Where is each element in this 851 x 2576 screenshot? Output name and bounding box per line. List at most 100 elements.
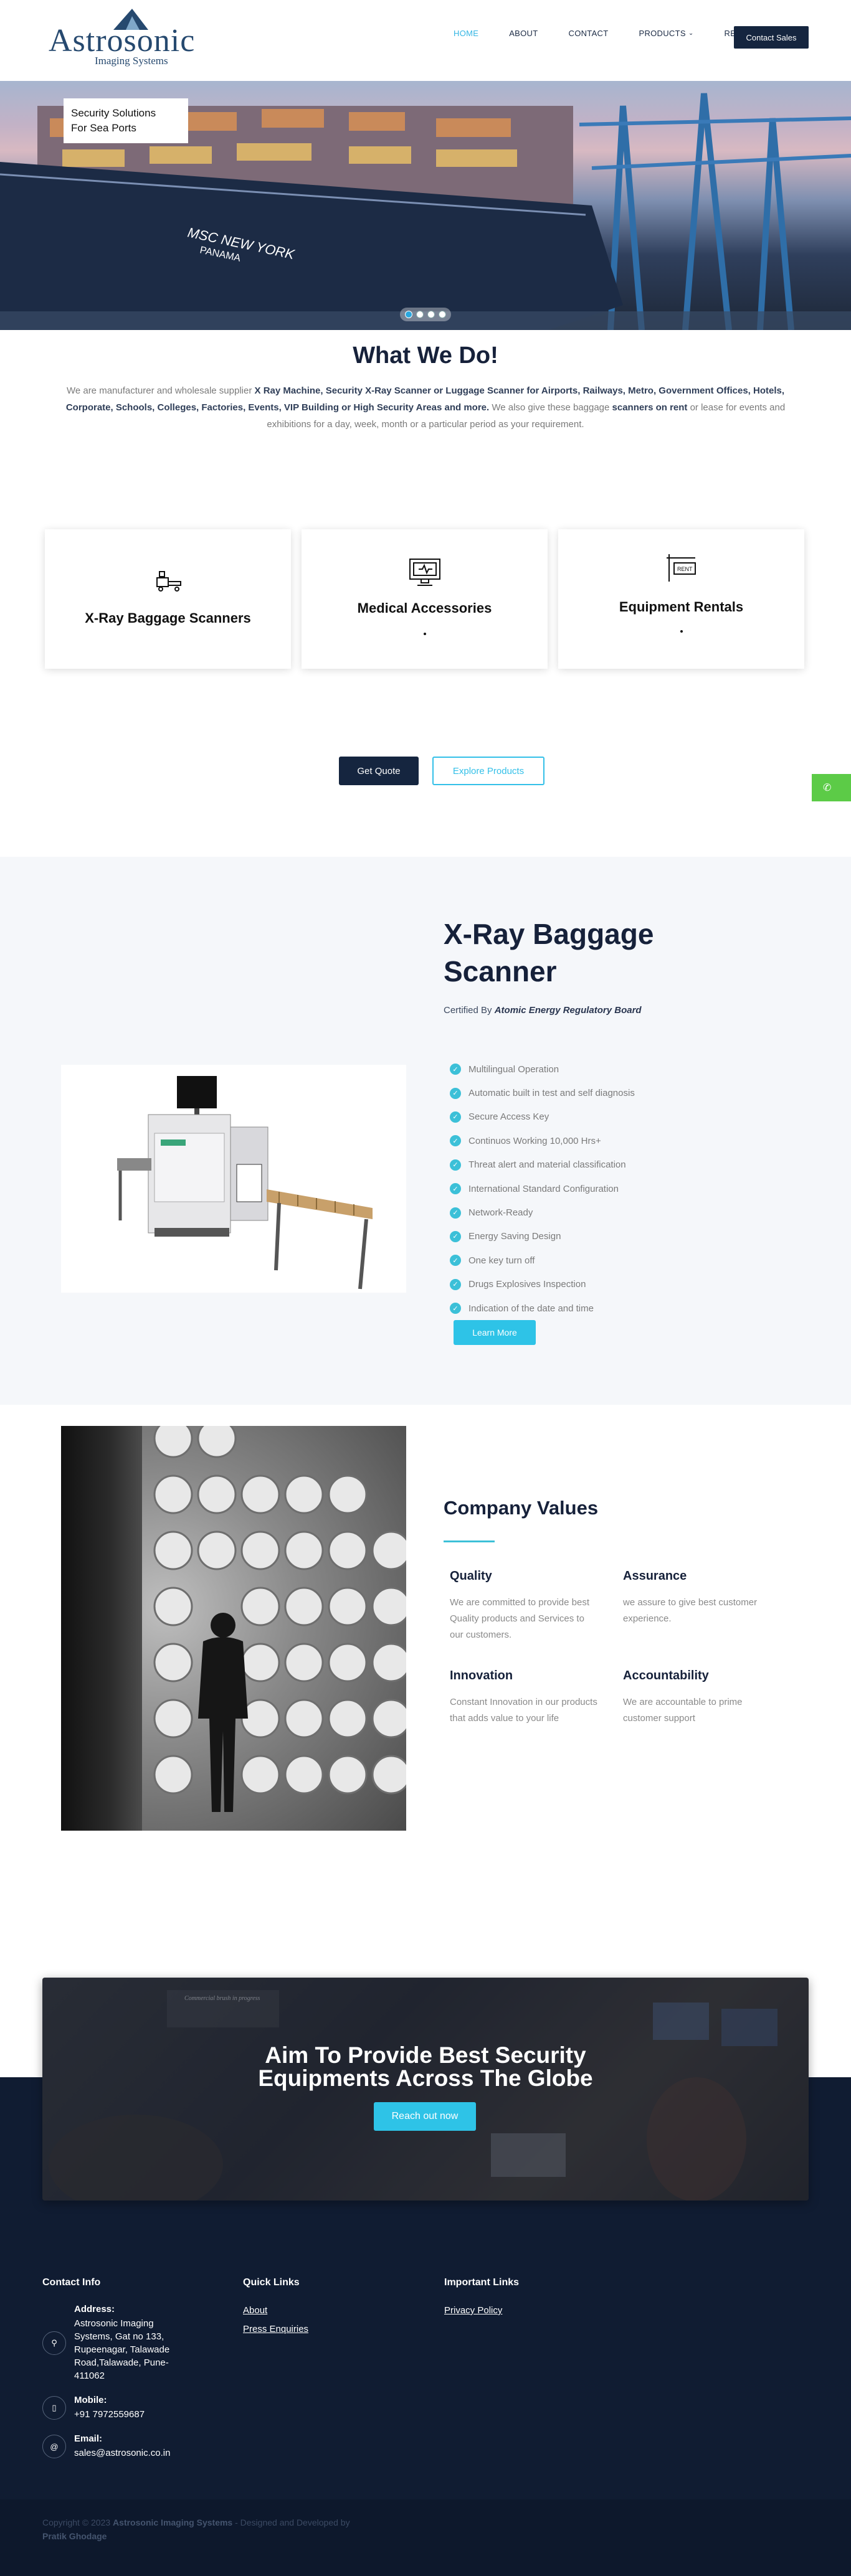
feature-list: ✓ Multilingual Operation ✓ Automatic built… <box>450 1057 635 1320</box>
slider-dot-1[interactable] <box>405 311 412 318</box>
feature-text: International Standard Configuration <box>468 1183 619 1194</box>
card-medical-dot <box>423 633 426 635</box>
feature-item: ✓ Energy Saving Design <box>450 1225 635 1248</box>
footer-important-heading: Important Links <box>444 2277 520 2288</box>
footer-link-privacy[interactable]: Privacy Policy <box>444 2305 502 2316</box>
nav-about[interactable]: ABOUT <box>509 29 538 38</box>
hero-caption-line1: Security Solutions <box>71 107 156 119</box>
check-icon: ✓ <box>450 1303 461 1314</box>
scanner-icon <box>156 571 181 592</box>
footer-link-about[interactable]: About <box>243 2305 267 2316</box>
value-text: Constant Innovation in our products that… <box>450 1697 597 1724</box>
feature-item: ✓ Indication of the date and time <box>450 1296 635 1320</box>
logo-tagline: Imaging Systems <box>95 55 168 67</box>
value-innovation: Innovation Constant Innovation in our pr… <box>450 1669 599 1727</box>
footer-email[interactable]: sales@astrosonic.co.in <box>74 2446 193 2460</box>
feature-text: Multilingual Operation <box>468 1064 559 1075</box>
copyright-mid: - Designed and Developed by <box>232 2517 350 2527</box>
footer-link-press[interactable]: Press Enquiries <box>243 2324 308 2334</box>
hero-caption: Security Solutions For Sea Ports <box>64 98 188 143</box>
value-title: Assurance <box>623 1569 687 1583</box>
contact-sales-button[interactable]: Contact Sales <box>734 26 809 49</box>
card-rentals-label: Equipment Rentals <box>619 599 744 615</box>
feature-item: ✓ Automatic built in test and self diagno… <box>450 1081 635 1105</box>
feature-text: Threat alert and material classification <box>468 1159 626 1171</box>
chevron-down-icon: ⌄ <box>688 30 694 37</box>
card-rentals-dot <box>680 630 683 633</box>
footer-quick-heading: Quick Links <box>243 2277 300 2288</box>
card-equipment-rentals[interactable]: RENT Equipment Rentals <box>558 529 804 669</box>
feature-text: One key turn off <box>468 1255 535 1266</box>
copyright-developer[interactable]: Pratik Ghodage <box>42 2531 107 2541</box>
nav-home[interactable]: HOME <box>454 29 478 38</box>
email-icon: @ <box>42 2435 66 2458</box>
feature-item: ✓ International Standard Configuration <box>450 1177 635 1201</box>
check-icon: ✓ <box>450 1087 461 1099</box>
check-icon: ✓ <box>450 1064 461 1075</box>
values-title: Company Values <box>444 1497 599 1519</box>
footer-email-label: Email: <box>74 2433 103 2444</box>
nav-contact[interactable]: CONTACT <box>569 29 609 38</box>
wwd-text-4: scanners on rent <box>612 402 688 413</box>
check-icon: ✓ <box>450 1159 461 1171</box>
feature-item: ✓ Multilingual Operation <box>450 1057 635 1081</box>
values-wall-pattern <box>153 1426 406 1812</box>
values-underline <box>444 1540 495 1542</box>
feature-text: Automatic built in test and self diagnos… <box>468 1088 635 1099</box>
value-accountability: Accountability We are accountable to pri… <box>623 1669 773 1727</box>
learn-more-button[interactable]: Learn More <box>454 1320 536 1345</box>
nav-products-label: PRODUCTS <box>639 29 686 38</box>
feature-text: Secure Access Key <box>468 1111 549 1123</box>
feature-text: Indication of the date and time <box>468 1303 594 1314</box>
feature-text: Energy Saving Design <box>468 1231 561 1242</box>
rent-sign-icon: RENT <box>666 554 696 582</box>
wwd-text-1: We are manufacturer and wholesale suppli… <box>66 385 255 396</box>
feature-text: Network-Ready <box>468 1207 533 1219</box>
svg-text:RENT: RENT <box>677 566 693 572</box>
explore-products-button[interactable]: Explore Products <box>432 757 544 785</box>
reach-out-button[interactable]: Reach out now <box>374 2102 476 2131</box>
copyright-company: Astrosonic Imaging Systems <box>113 2517 233 2527</box>
slider-dot-3[interactable] <box>427 311 435 318</box>
slider-dot-2[interactable] <box>416 311 424 318</box>
card-xray-label: X-Ray Baggage Scanners <box>85 610 251 626</box>
card-medical-accessories[interactable]: Medical Accessories <box>302 529 548 669</box>
value-title: Quality <box>450 1569 492 1583</box>
slider-dot-4[interactable] <box>439 311 446 318</box>
whatsapp-button[interactable]: ✆ <box>812 774 851 801</box>
check-icon: ✓ <box>450 1183 461 1195</box>
footer-mobile[interactable]: +91 7972559687 <box>74 2408 193 2421</box>
site-header: Astrosonic Imaging Systems HOME ABOUT CO… <box>0 0 851 81</box>
check-icon: ✓ <box>450 1111 461 1123</box>
certified-prefix: Certified By <box>444 1005 495 1016</box>
card-xray-scanners[interactable]: X-Ray Baggage Scanners <box>45 529 291 669</box>
card-medical-label: Medical Accessories <box>357 600 492 616</box>
nav-products[interactable]: PRODUCTS ⌄ <box>639 29 693 38</box>
get-quote-button[interactable]: Get Quote <box>339 757 419 785</box>
certified-by: Certified By Atomic Energy Regulatory Bo… <box>444 1005 642 1016</box>
feature-item: ✓ Threat alert and material classificatio… <box>450 1153 635 1177</box>
wwd-text-3: We also give these baggage <box>489 402 612 413</box>
feature-text: Drugs Explosives Inspection <box>468 1279 586 1290</box>
cta-title-line1: Aim To Provide Best Security <box>265 2042 586 2068</box>
hero-slider: MSC NEW YORK PANAMA Security Solutions F… <box>0 81 851 330</box>
xray-machine-illustration <box>117 1076 373 1290</box>
logo[interactable]: Astrosonic Imaging Systems <box>49 6 217 67</box>
check-icon: ✓ <box>450 1230 461 1242</box>
feature-text: Continuos Working 10,000 Hrs+ <box>468 1135 601 1146</box>
slider-dots <box>400 308 451 321</box>
what-we-do-text: We are manufacturer and wholesale suppli… <box>55 382 796 433</box>
copyright-prefix: Copyright © 2023 <box>42 2517 113 2527</box>
whatsapp-icon: ✆ <box>823 783 832 793</box>
feature-item: ✓ Drugs Explosives Inspection <box>450 1273 635 1296</box>
footer-address: Astrosonic Imaging Systems, Gat no 133, … <box>74 2318 170 2381</box>
location-pin-icon: ⚲ <box>42 2331 66 2355</box>
feature-item: ✓ One key turn off <box>450 1248 635 1272</box>
value-text: We are accountable to prime customer sup… <box>623 1697 743 1724</box>
value-quality: Quality We are committed to provide best… <box>450 1569 599 1643</box>
certified-authority: Atomic Energy Regulatory Board <box>494 1005 642 1016</box>
check-icon: ✓ <box>450 1278 461 1290</box>
check-icon: ✓ <box>450 1207 461 1219</box>
mobile-icon: ▯ <box>42 2396 66 2420</box>
what-we-do-title: What We Do! <box>353 342 498 369</box>
